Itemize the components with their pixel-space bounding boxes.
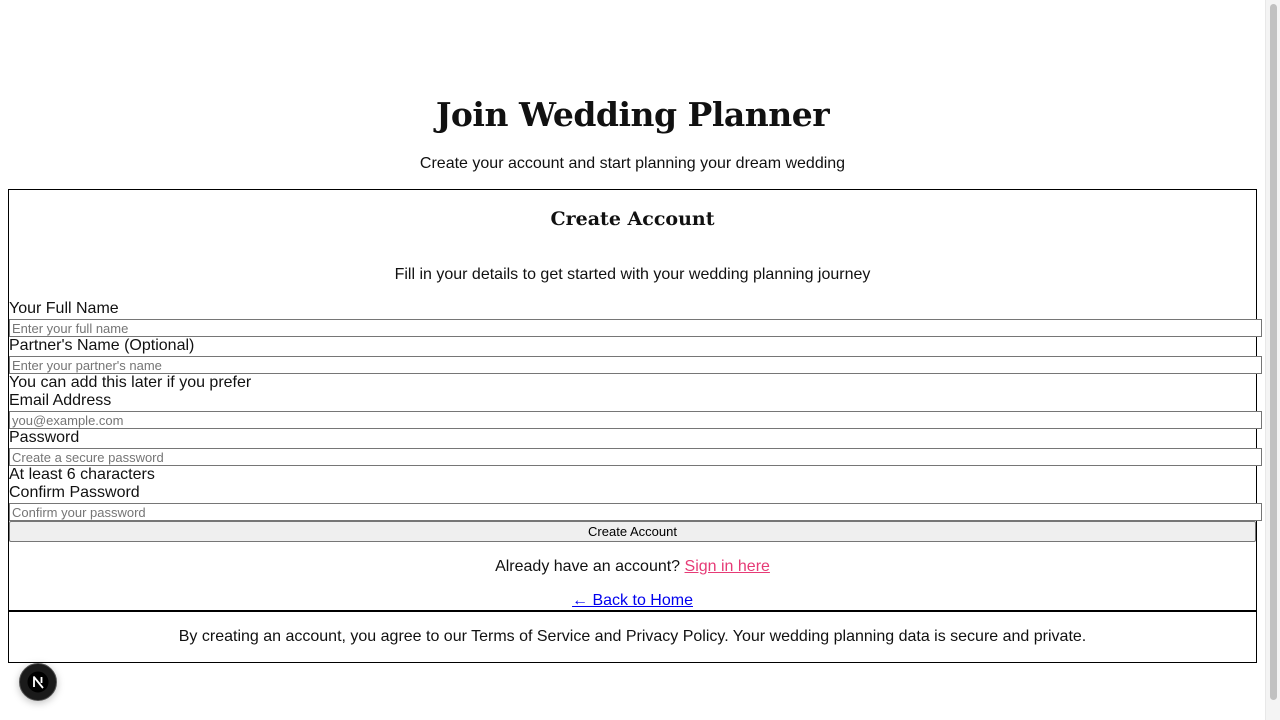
card-description: Fill in your details to get started with… [394, 266, 871, 283]
signin-link[interactable]: Sign in here [685, 558, 770, 575]
page-subtitle: Create your account and start planning y… [419, 155, 846, 172]
scrollbar-thumb[interactable] [1270, 4, 1277, 700]
signin-prompt: Already have an account? [495, 558, 681, 575]
email-label: Email Address [9, 392, 112, 409]
signin-row: Already have an account? Sign in here [8, 557, 1257, 577]
partner-name-input[interactable] [9, 356, 1262, 374]
create-account-button[interactable]: Create Account [9, 521, 1256, 542]
password-label: Password [9, 429, 80, 446]
nextjs-logo-icon [27, 671, 49, 693]
password-input[interactable] [9, 448, 1262, 466]
back-link-row: ← Back to Home [8, 591, 1257, 611]
page-scrollbar[interactable] [1265, 0, 1280, 720]
confirm-password-label: Confirm Password [9, 484, 140, 501]
card-title: Create Account [550, 208, 715, 230]
email-input[interactable] [9, 411, 1262, 429]
dev-tools-badge[interactable] [19, 663, 57, 701]
footer-divider [8, 610, 1257, 612]
password-hint: At least 6 characters [9, 466, 155, 483]
full-name-input[interactable] [9, 319, 1262, 337]
page-title: Join Wedding Planner [435, 95, 830, 134]
confirm-password-input[interactable] [9, 503, 1262, 521]
full-name-label: Your Full Name [9, 300, 119, 317]
terms-notice: By creating an account, you agree to our… [178, 628, 1087, 645]
signup-page: Join Wedding Planner Create your account… [0, 0, 1265, 720]
partner-name-label: Partner's Name (Optional) [9, 337, 195, 354]
back-to-home-link[interactable]: ← Back to Home [572, 592, 693, 609]
partner-name-hint: You can add this later if you prefer [9, 374, 252, 391]
